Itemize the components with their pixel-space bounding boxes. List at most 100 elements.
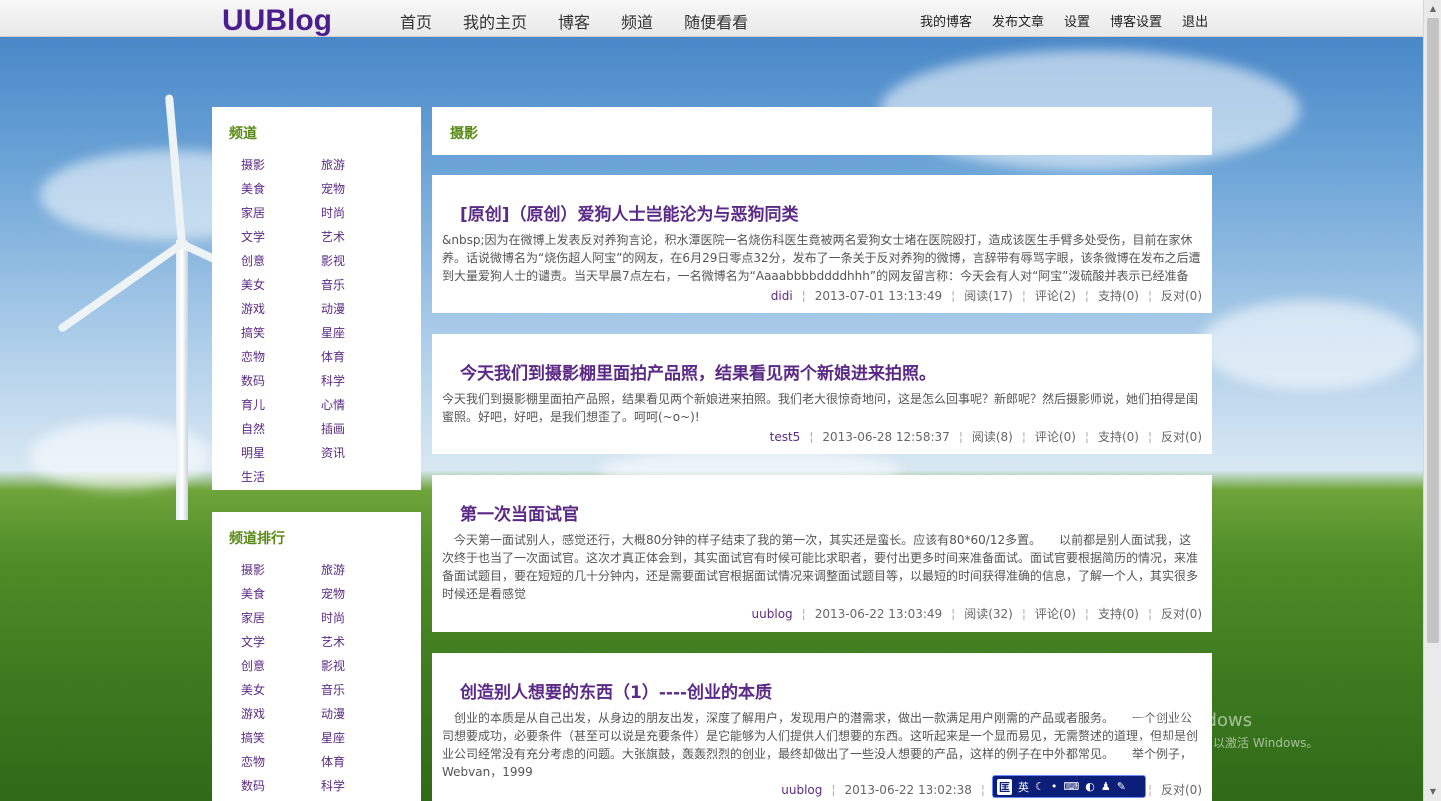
channel-link[interactable]: 插画 <box>321 421 401 445</box>
channel-link[interactable]: 数码 <box>241 373 321 397</box>
ime-mode-toggle[interactable]: 英 <box>1018 779 1029 795</box>
person-icon[interactable]: ♟ <box>1101 780 1111 793</box>
nav-my-homepage[interactable]: 我的主页 <box>463 9 527 33</box>
post-comments-link[interactable]: 评论(0) <box>1035 430 1076 444</box>
scroll-down-arrow-icon[interactable]: ▼ <box>1426 785 1440 799</box>
channel-link[interactable]: 旅游 <box>321 157 401 181</box>
post-author[interactable]: test5 <box>770 430 801 444</box>
user-nav: 我的博客 发布文章 设置 博客设置 退出 <box>920 11 1228 30</box>
post-oppose-button[interactable]: 反对(0) <box>1161 289 1202 303</box>
nav-browse-random[interactable]: 随便看看 <box>684 9 748 33</box>
channel-link[interactable]: 宠物 <box>321 586 401 610</box>
channel-link[interactable]: 摄影 <box>241 562 321 586</box>
post-comments-link[interactable]: 评论(0) <box>1035 607 1076 621</box>
nav-logout[interactable]: 退出 <box>1182 11 1208 30</box>
post-date: 2013-06-22 13:03:49 <box>814 607 943 621</box>
nav-my-blog[interactable]: 我的博客 <box>920 11 972 30</box>
channel-link[interactable]: 育儿 <box>241 397 321 421</box>
post-excerpt: 今天我们到摄影棚里面拍产品照，结果看见两个新娘进来拍照。我们老大很惊奇地问，这是… <box>442 392 1199 424</box>
site-logo[interactable]: UUBlog <box>222 4 332 38</box>
channel-link[interactable]: 动漫 <box>321 706 401 730</box>
channel-link[interactable]: 星座 <box>321 325 401 349</box>
channel-link[interactable]: 影视 <box>321 658 401 682</box>
channel-link[interactable]: 美食 <box>241 181 321 205</box>
channel-link[interactable]: 美女 <box>241 277 321 301</box>
channel-link[interactable]: 生活 <box>241 469 321 493</box>
channel-link[interactable]: 科学 <box>321 373 401 397</box>
channel-link[interactable]: 创意 <box>241 658 321 682</box>
channel-link[interactable]: 恋物 <box>241 349 321 373</box>
post-title[interactable]: 今天我们到摄影棚里面拍产品照，结果看见两个新娘进来拍照。 <box>460 359 936 384</box>
channel-link[interactable]: 影视 <box>321 253 401 277</box>
post-excerpt: 创业的本质是从自己出发，从身边的朋友出发，深度了解用户，发现用户的潜需求，做出一… <box>442 711 1199 779</box>
nav-blog[interactable]: 博客 <box>558 9 590 33</box>
channel-link[interactable]: 明星 <box>241 445 321 469</box>
channel-link[interactable]: 搞笑 <box>241 325 321 349</box>
scroll-up-arrow-icon[interactable]: ▲ <box>1426 2 1440 16</box>
post-oppose-button[interactable]: 反对(0) <box>1161 607 1202 621</box>
channel-link[interactable]: 美食 <box>241 586 321 610</box>
channel-link[interactable]: 心情 <box>321 397 401 421</box>
nav-channels[interactable]: 频道 <box>621 9 653 33</box>
channel-link[interactable]: 音乐 <box>321 277 401 301</box>
ime-toolbar[interactable]: 匡 英 ☾ • ⌨ ◐ ♟ ✎ <box>992 775 1146 798</box>
channel-link[interactable]: 星座 <box>321 730 401 754</box>
channel-link[interactable]: 文学 <box>241 229 321 253</box>
nav-settings[interactable]: 设置 <box>1064 11 1090 30</box>
scroll-thumb[interactable] <box>1427 18 1439 643</box>
post-author[interactable]: uublog <box>781 783 822 797</box>
post-title[interactable]: 创造别人想要的东西（1）----创业的本质 <box>460 678 772 703</box>
channel-link[interactable]: 时尚 <box>321 205 401 229</box>
channel-link[interactable]: 艺术 <box>321 634 401 658</box>
channel-link[interactable]: 宠物 <box>321 181 401 205</box>
channel-link[interactable]: 摄影 <box>241 157 321 181</box>
channel-link[interactable]: 恋物 <box>241 754 321 778</box>
post-oppose-button[interactable]: 反对(0) <box>1161 430 1202 444</box>
nav-home[interactable]: 首页 <box>400 9 432 33</box>
post-support-button[interactable]: 支持(0) <box>1098 289 1139 303</box>
post-date: 2013-06-22 13:02:38 <box>844 783 972 797</box>
post-author[interactable]: uublog <box>752 607 793 621</box>
channel-link[interactable]: 文学 <box>241 634 321 658</box>
channel-link[interactable]: 体育 <box>321 754 401 778</box>
nav-publish-article[interactable]: 发布文章 <box>992 11 1044 30</box>
post-date: 2013-07-01 13:13:49 <box>814 289 943 303</box>
channel-link[interactable]: 数码 <box>241 778 321 801</box>
dot-icon[interactable]: • <box>1051 780 1058 793</box>
channel-link[interactable]: 体育 <box>321 349 401 373</box>
post-comments-link[interactable]: 评论(2) <box>1035 289 1076 303</box>
post-title[interactable]: 第一次当面试官 <box>460 500 579 525</box>
channel-link[interactable]: 动漫 <box>321 301 401 325</box>
channel-link[interactable]: 音乐 <box>321 682 401 706</box>
keyboard-icon[interactable]: ⌨ <box>1063 780 1079 793</box>
post-card: 第一次当面试官 今天第一面试别人，感觉还行，大概80分钟的样子结束了我的第一次，… <box>432 475 1212 632</box>
channel-link[interactable]: 时尚 <box>321 610 401 634</box>
channel-link[interactable]: 家居 <box>241 205 321 229</box>
post-author[interactable]: didi <box>771 289 793 303</box>
post-excerpt: &nbsp;因为在微博上发表反对养狗言论，积水潭医院一名烧伤科医生竟被两名爱狗女… <box>442 233 1201 283</box>
post-meta: uublog ¦ 2013-06-22 13:03:49 ¦ 阅读(32) ¦ 评论(0) ¦… <box>751 607 1202 621</box>
channel-link[interactable]: 美女 <box>241 682 321 706</box>
punct-icon[interactable]: ◐ <box>1085 780 1095 793</box>
channel-link[interactable]: 游戏 <box>241 706 321 730</box>
post-support-button[interactable]: 支持(0) <box>1098 607 1139 621</box>
channel-link[interactable]: 旅游 <box>321 562 401 586</box>
channel-link[interactable]: 自然 <box>241 421 321 445</box>
nav-blog-settings[interactable]: 博客设置 <box>1110 11 1162 30</box>
channel-link[interactable]: 创意 <box>241 253 321 277</box>
post-support-button[interactable]: 支持(0) <box>1098 430 1139 444</box>
channel-link[interactable]: 家居 <box>241 610 321 634</box>
main-nav: 首页 我的主页 博客 频道 随便看看 <box>400 9 779 33</box>
post-oppose-button[interactable]: 反对(0) <box>1161 783 1202 797</box>
moon-icon[interactable]: ☾ <box>1035 780 1045 793</box>
page-scrollbar[interactable]: ▲ ▼ <box>1423 0 1441 801</box>
channel-link[interactable]: 资讯 <box>321 445 401 469</box>
channel-link[interactable]: 搞笑 <box>241 730 321 754</box>
channel-link[interactable]: 游戏 <box>241 301 321 325</box>
channel-link[interactable]: 科学 <box>321 778 401 801</box>
post-title[interactable]: [原创]（原创）爱狗人士岂能沦为与恶狗同类 <box>460 200 799 225</box>
wrench-icon[interactable]: ✎ <box>1117 780 1126 793</box>
channel-link[interactable]: 艺术 <box>321 229 401 253</box>
ime-logo-icon[interactable]: 匡 <box>997 778 1012 795</box>
post-reads: 阅读(17) <box>964 289 1013 303</box>
